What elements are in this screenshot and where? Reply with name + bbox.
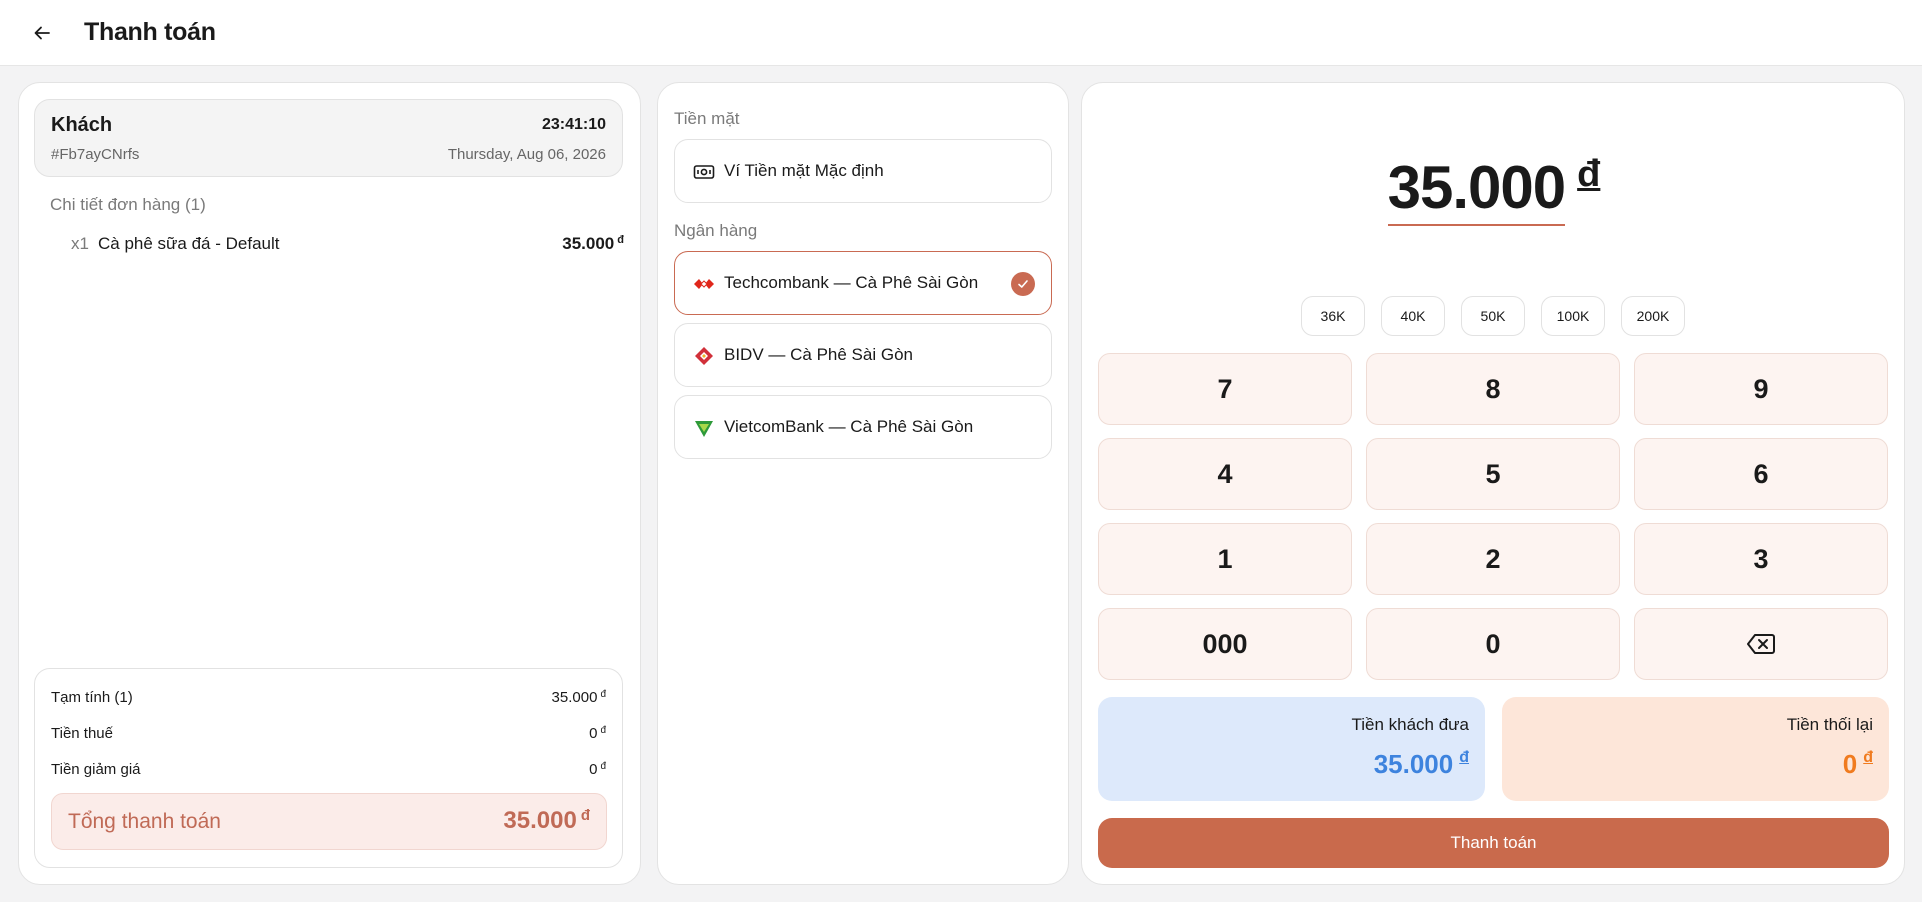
cash-icon	[693, 165, 715, 179]
currency-symbol: đ	[600, 761, 606, 772]
cash-given-amount: 35.000	[1373, 749, 1454, 779]
customer-name: Khách	[51, 114, 113, 136]
back-button[interactable]	[26, 17, 58, 49]
order-item-name: Cà phê sữa đá - Default	[98, 234, 280, 253]
order-date: Thursday, Aug 06, 2026	[447, 146, 606, 163]
discount-amount: 0	[589, 761, 598, 778]
method-techcombank[interactable]: Techcombank — Cà Phê Sài Gòn	[674, 251, 1052, 315]
tax-amount: 0	[589, 725, 598, 742]
payment-methods-panel: Tiền mặt Ví Tiền mặt Mặc định Ngân hàng …	[657, 82, 1069, 885]
currency-symbol: đ	[600, 725, 606, 736]
order-panel: Khách #Fb7ayCNrfs 23:41:10 Thursday, Aug…	[18, 82, 641, 885]
currency-symbol: đ	[1459, 749, 1469, 766]
cash-given-box: Tiền khách đưa 35.000 đ	[1098, 697, 1485, 801]
subtotal-label: Tạm tính (1)	[51, 689, 133, 706]
currency-symbol: đ	[1863, 749, 1873, 766]
vietcombank-logo-icon	[695, 421, 713, 437]
change-value: 0đ	[1843, 749, 1873, 780]
key-8[interactable]: 8	[1366, 353, 1620, 425]
method-bidv[interactable]: BIDV — Cà Phê Sài Gòn	[674, 323, 1052, 387]
discount-label: Tiền giảm giá	[51, 761, 141, 778]
quick-amount-40k[interactable]: 40K	[1381, 296, 1445, 336]
tax-label: Tiền thuế	[51, 725, 113, 742]
currency-symbol: đ	[580, 807, 590, 824]
bidv-logo-icon	[695, 347, 713, 365]
method-label: VietcomBank — Cà Phê Sài Gòn	[724, 417, 974, 436]
change-amount: 0	[1842, 749, 1858, 779]
keypad-panel: 35.000 đ 36K 40K 50K 100K 200K 7 8 9 4 5 …	[1081, 82, 1905, 885]
method-cash-wallet[interactable]: Ví Tiền mặt Mặc định	[674, 139, 1052, 203]
total-value: 35.000 đ	[503, 807, 590, 835]
key-5[interactable]: 5	[1366, 438, 1620, 510]
method-vietcombank[interactable]: VietcomBank — Cà Phê Sài Gòn	[674, 395, 1052, 459]
tax-row: Tiền thuế 0đ	[51, 725, 606, 745]
quick-amount-36k[interactable]: 36K	[1301, 296, 1365, 336]
backspace-icon	[1747, 634, 1775, 654]
cash-given-value: 35.000 đ	[1374, 749, 1469, 780]
key-3[interactable]: 3	[1634, 523, 1888, 595]
subtotal-amount: 35.000	[551, 689, 598, 706]
cash-section-label: Tiền mặt	[674, 109, 740, 128]
method-label: Techcombank — Cà Phê Sài Gòn	[724, 273, 979, 292]
pay-button[interactable]: Thanh toán	[1098, 818, 1889, 868]
order-item-qty: x1	[71, 234, 89, 253]
techcombank-logo-icon	[694, 279, 714, 289]
method-label: BIDV — Cà Phê Sài Gòn	[724, 345, 913, 364]
summary-card: Tạm tính (1) 35.000 đ Tiền thuế 0đ Tiền g…	[34, 668, 623, 868]
discount-row: Tiền giảm giá 0đ	[51, 761, 606, 781]
subtotal-value: 35.000 đ	[552, 689, 606, 706]
selected-check-icon	[1011, 272, 1035, 296]
order-item-price: 35.000 đ	[562, 234, 624, 254]
tax-value: 0đ	[589, 725, 606, 742]
key-2[interactable]: 2	[1366, 523, 1620, 595]
amount-currency: đ	[1577, 153, 1601, 195]
total-amount: 35.000	[503, 807, 577, 834]
key-6[interactable]: 6	[1634, 438, 1888, 510]
quick-amount-50k[interactable]: 50K	[1461, 296, 1525, 336]
order-item: x1 Cà phê sữa đá - Default 35.000 đ	[71, 234, 624, 258]
key-1[interactable]: 1	[1098, 523, 1352, 595]
backspace-button[interactable]	[1634, 608, 1888, 680]
cash-given-label: Tiền khách đưa	[1351, 715, 1469, 734]
order-time: 23:41:10	[541, 116, 606, 133]
change-label: Tiền thối lại	[1786, 715, 1873, 734]
discount-value: 0đ	[589, 761, 606, 778]
key-4[interactable]: 4	[1098, 438, 1352, 510]
order-item-price-value: 35.000	[562, 234, 615, 253]
amount-display: 35.000 đ	[1082, 153, 1906, 226]
bank-section-label: Ngân hàng	[674, 221, 758, 240]
amount-value: 35.000	[1387, 153, 1566, 226]
method-label: Ví Tiền mặt Mặc định	[724, 161, 884, 180]
key-0[interactable]: 0	[1366, 608, 1620, 680]
key-9[interactable]: 9	[1634, 353, 1888, 425]
quick-amount-100k[interactable]: 100K	[1541, 296, 1605, 336]
order-id: #Fb7ayCNrfs	[51, 146, 140, 163]
key-7[interactable]: 7	[1098, 353, 1352, 425]
arrow-left-icon	[34, 26, 50, 40]
subtotal-row: Tạm tính (1) 35.000 đ	[51, 689, 606, 709]
page-title: Thanh toán	[84, 18, 216, 46]
order-details-heading: Chi tiết đơn hàng (1)	[50, 195, 206, 214]
total-label: Tổng thanh toán	[68, 810, 221, 833]
total-box: Tổng thanh toán 35.000 đ	[51, 793, 607, 850]
quick-amount-200k[interactable]: 200K	[1621, 296, 1685, 336]
change-box: Tiền thối lại 0đ	[1502, 697, 1889, 801]
top-bar: Thanh toán	[0, 0, 1922, 66]
currency-symbol: đ	[617, 234, 624, 246]
currency-symbol: đ	[600, 689, 606, 700]
key-000[interactable]: 000	[1098, 608, 1352, 680]
customer-card: Khách #Fb7ayCNrfs 23:41:10 Thursday, Aug…	[34, 99, 623, 177]
amount-value-wrap: 35.000 đ	[1387, 153, 1601, 226]
